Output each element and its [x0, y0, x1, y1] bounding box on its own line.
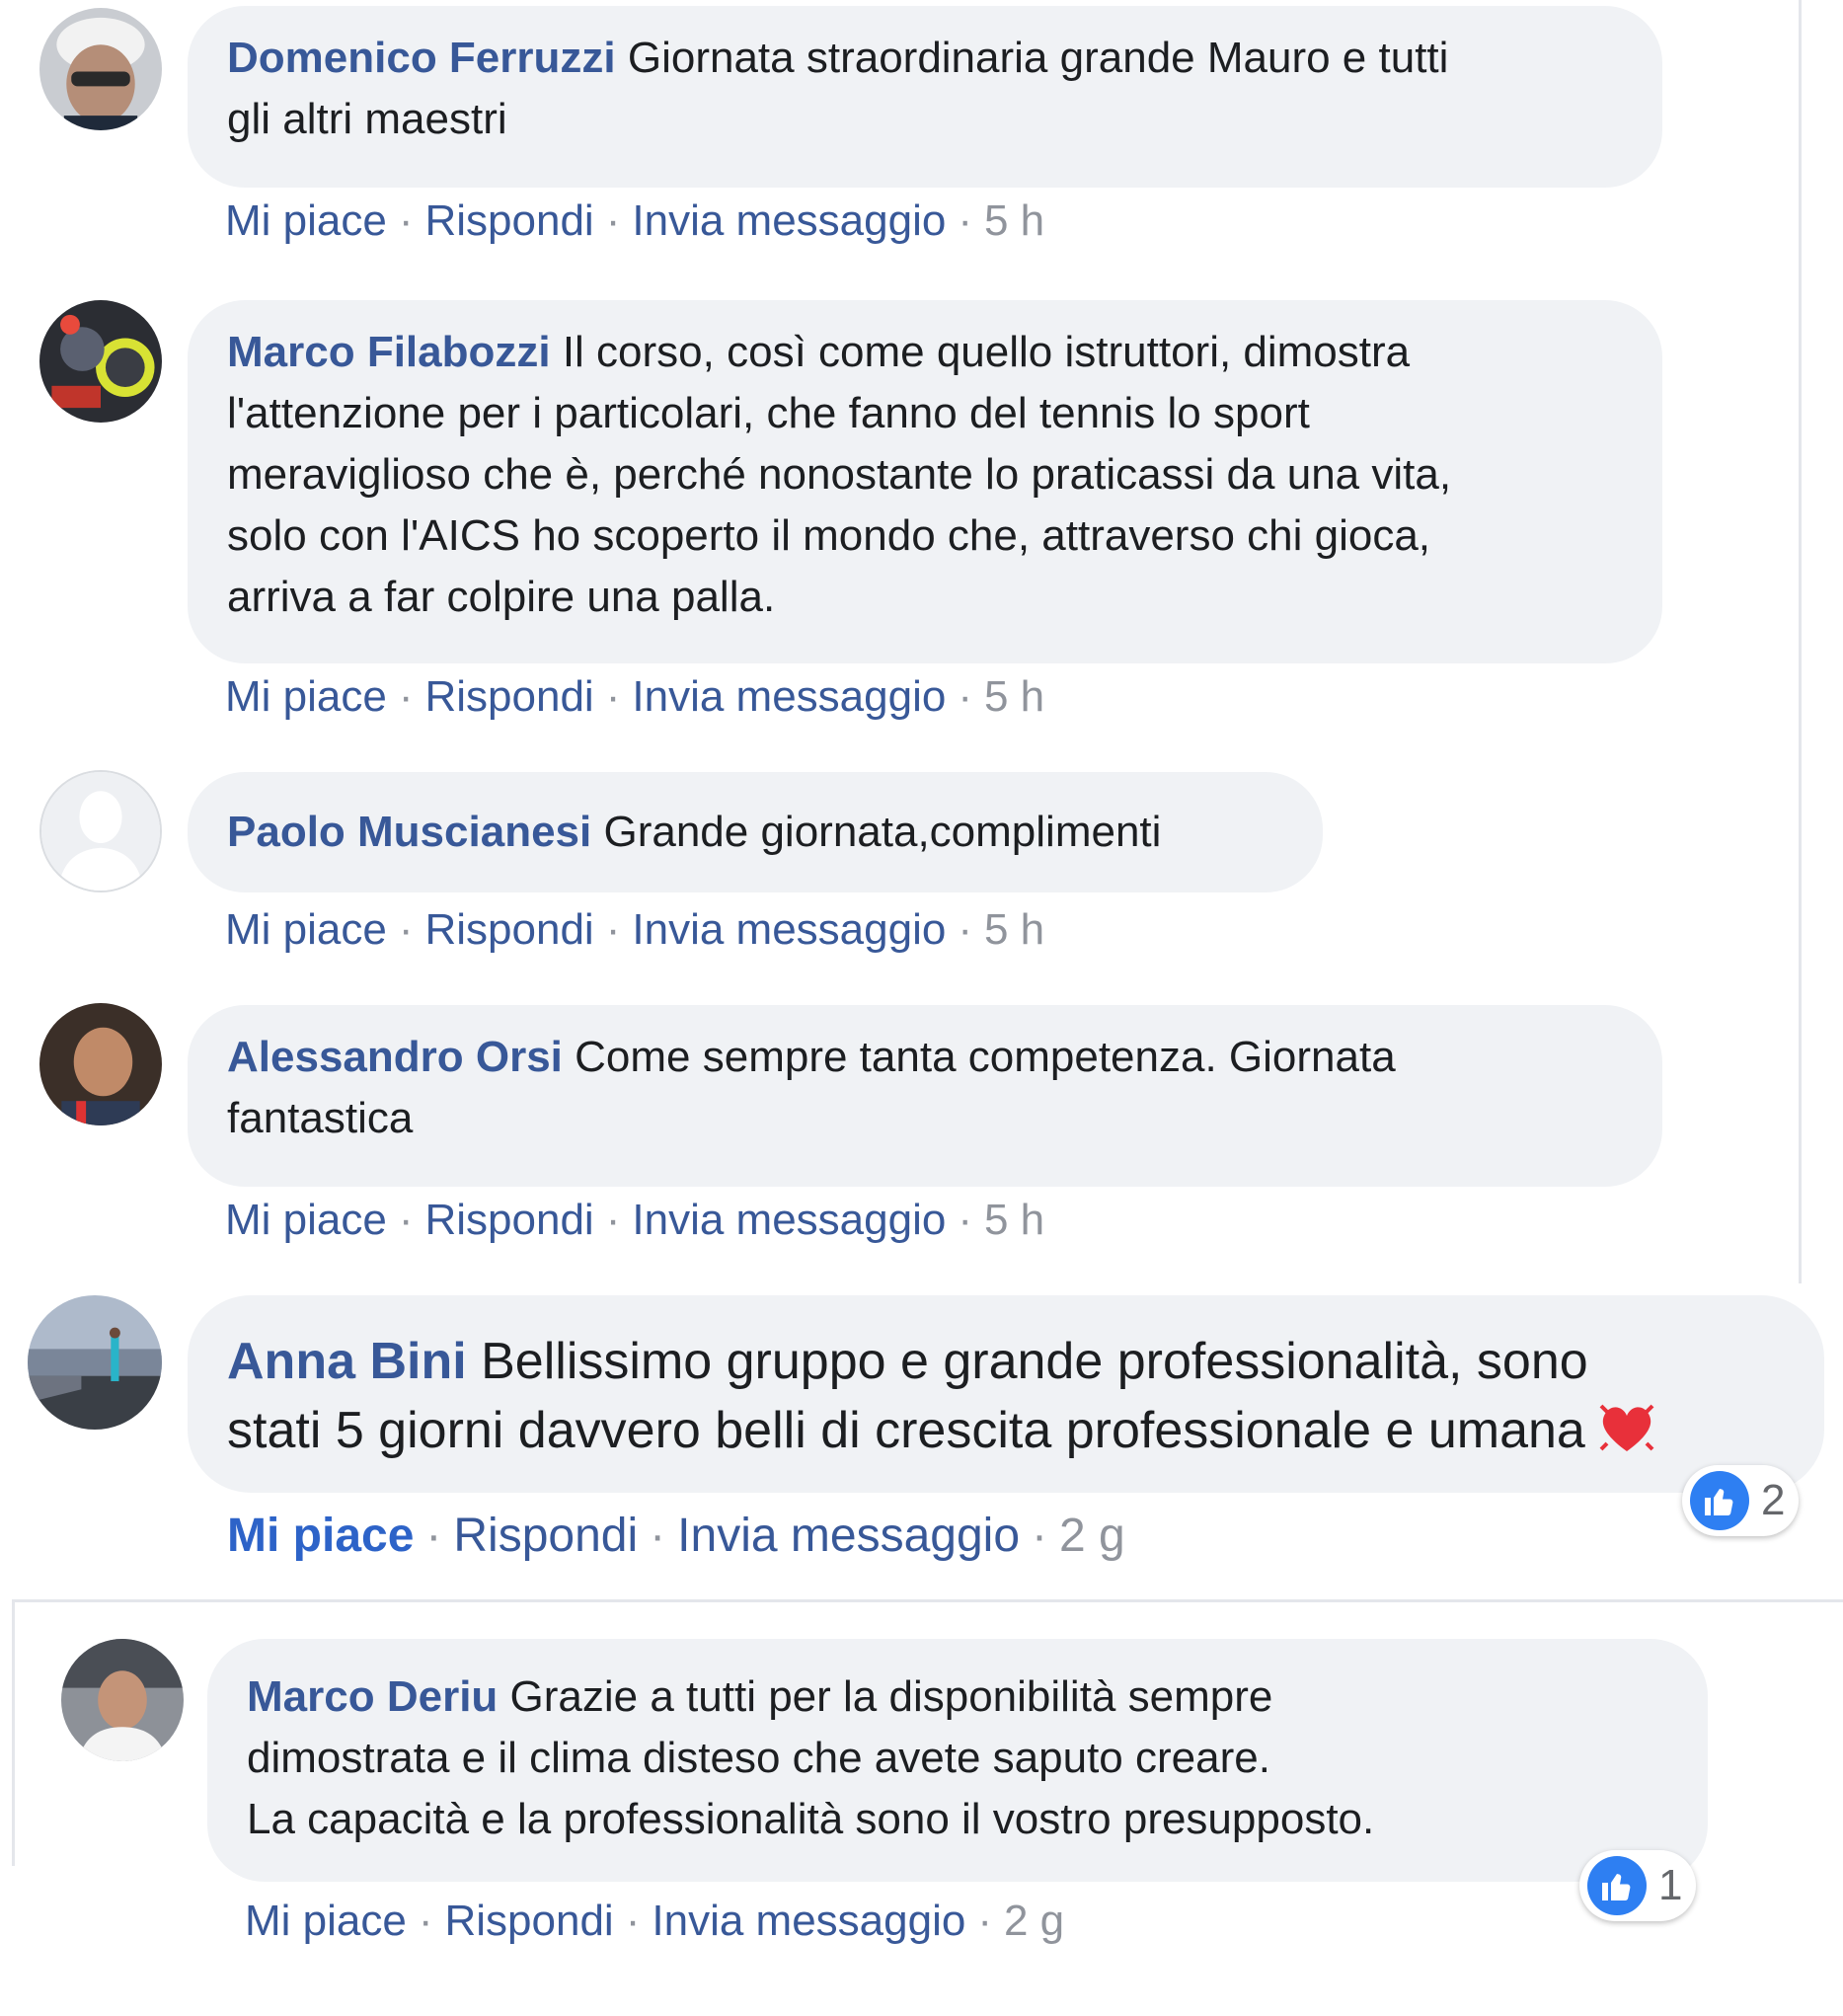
separator-dot: ·: [605, 196, 621, 245]
send-message-link[interactable]: Invia messaggio: [677, 1510, 1020, 1562]
reaction-count: 2: [1761, 1476, 1786, 1524]
comment-actions: Mi piace · Rispondi · Invia messaggio · 5 h: [225, 671, 1044, 723]
separator-dot: ·: [418, 1897, 433, 1945]
comment-actions: Mi piace · Rispondi · Invia messaggio · 2 g: [227, 1509, 1125, 1564]
separator-dot: ·: [605, 905, 621, 954]
avatar-photo: [39, 300, 162, 423]
reply-link[interactable]: Rispondi: [425, 905, 594, 954]
comment-timestamp[interactable]: 5 h: [984, 672, 1044, 721]
separator-dot: ·: [398, 905, 414, 954]
reply-link[interactable]: Rispondi: [425, 1196, 594, 1244]
comment-text-block: Anna Bini Bellissimo gruppo e grande pro…: [227, 1327, 1658, 1465]
avatar[interactable]: [39, 300, 162, 423]
comment-bubble: Anna Bini Bellissimo gruppo e grande pro…: [188, 1295, 1824, 1493]
comment-author[interactable]: Anna Bini: [227, 1333, 467, 1390]
comment-timestamp[interactable]: 5 h: [984, 196, 1044, 245]
comment-bubble: Marco Filabozzi Il corso, così come quel…: [188, 300, 1662, 663]
comment-author[interactable]: Paolo Muscianesi: [227, 808, 591, 856]
separator-dot: ·: [958, 672, 972, 721]
separator-dot: ·: [425, 1510, 442, 1562]
comment-author[interactable]: Alessandro Orsi: [227, 1033, 563, 1081]
comment-bubble: Alessandro Orsi Come sempre tanta compet…: [188, 1005, 1662, 1187]
separator-dot: ·: [398, 1196, 414, 1244]
send-message-link[interactable]: Invia messaggio: [632, 672, 946, 721]
reply-thread-line: [12, 1599, 15, 1866]
comment-bubble: Marco Deriu Grazie a tutti per la dispon…: [207, 1639, 1708, 1882]
like-link[interactable]: Mi piace: [225, 1196, 387, 1244]
comment-bubble: Domenico Ferruzzi Giornata straordinaria…: [188, 6, 1662, 188]
comment-text-block: Domenico Ferruzzi Giornata straordinaria…: [227, 28, 1448, 150]
comment-timestamp[interactable]: 5 h: [984, 1196, 1044, 1244]
comment-bubble: Paolo Muscianesi Grande giornata,complim…: [188, 772, 1323, 892]
default-avatar-icon: [41, 772, 160, 891]
avatar[interactable]: [39, 770, 162, 892]
separator-dot: ·: [625, 1897, 641, 1945]
comment-timestamp[interactable]: 2 g: [1004, 1897, 1064, 1945]
separator-dot: ·: [398, 196, 414, 245]
comment-text-block: Paolo Muscianesi Grande giornata,complim…: [227, 802, 1161, 863]
reaction-summary[interactable]: 1: [1579, 1850, 1697, 1921]
separator-dot: ·: [650, 1510, 666, 1562]
send-message-link[interactable]: Invia messaggio: [632, 1196, 946, 1244]
comment-text-block: Marco Filabozzi Il corso, così come quel…: [227, 322, 1451, 628]
like-link[interactable]: Mi piace: [227, 1510, 414, 1562]
like-link[interactable]: Mi piace: [225, 672, 387, 721]
comment-actions: Mi piace · Rispondi · Invia messaggio · 2 g: [245, 1896, 1064, 1947]
comment-author[interactable]: Marco Deriu: [247, 1672, 498, 1721]
avatar[interactable]: [39, 8, 162, 130]
send-message-link[interactable]: Invia messaggio: [652, 1897, 965, 1945]
reply-link[interactable]: Rispondi: [445, 1897, 614, 1945]
reply-link[interactable]: Rispondi: [453, 1510, 638, 1562]
send-message-link[interactable]: Invia messaggio: [632, 196, 946, 245]
like-link[interactable]: Mi piace: [225, 196, 387, 245]
reaction-count: 1: [1658, 1861, 1683, 1909]
avatar-photo: [39, 1003, 162, 1125]
like-reaction-icon: [1690, 1471, 1749, 1530]
separator-dot: ·: [605, 672, 621, 721]
like-link[interactable]: Mi piace: [225, 905, 387, 954]
heart-emoji-icon: [1599, 1404, 1654, 1451]
comment-actions: Mi piace · Rispondi · Invia messaggio · 5 h: [225, 1195, 1044, 1246]
separator-dot: ·: [958, 1196, 972, 1244]
comment-timestamp[interactable]: 5 h: [984, 905, 1044, 954]
comment-actions: Mi piace · Rispondi · Invia messaggio · 5 h: [225, 195, 1044, 247]
comment-body: Grande giornata,complimenti: [603, 808, 1162, 856]
like-reaction-icon: [1587, 1856, 1647, 1915]
separator-dot: ·: [1032, 1510, 1047, 1562]
separator-dot: ·: [958, 196, 972, 245]
reply-link[interactable]: Rispondi: [425, 196, 594, 245]
separator-dot: ·: [605, 1196, 621, 1244]
comment-actions: Mi piace · Rispondi · Invia messaggio · 5 h: [225, 904, 1044, 956]
comment-author[interactable]: Marco Filabozzi: [227, 328, 551, 376]
comment-text-block: Marco Deriu Grazie a tutti per la dispon…: [247, 1667, 1374, 1850]
separator-dot: ·: [958, 905, 972, 954]
avatar-photo: [39, 8, 162, 130]
separator-dot: ·: [977, 1897, 992, 1945]
comment-text-block: Alessandro Orsi Come sempre tanta compet…: [227, 1027, 1396, 1149]
right-divider: [1799, 0, 1802, 1283]
avatar[interactable]: [28, 1295, 162, 1430]
thread-divider: [12, 1599, 1843, 1602]
avatar[interactable]: [39, 1003, 162, 1125]
avatar-photo: [61, 1639, 184, 1761]
avatar[interactable]: [61, 1639, 184, 1761]
comment-timestamp[interactable]: 2 g: [1059, 1510, 1125, 1562]
separator-dot: ·: [398, 672, 414, 721]
like-link[interactable]: Mi piace: [245, 1897, 407, 1945]
reaction-summary[interactable]: 2: [1682, 1465, 1800, 1536]
send-message-link[interactable]: Invia messaggio: [632, 905, 946, 954]
avatar-photo: [28, 1295, 162, 1430]
reply-link[interactable]: Rispondi: [425, 672, 594, 721]
comment-author[interactable]: Domenico Ferruzzi: [227, 34, 616, 82]
